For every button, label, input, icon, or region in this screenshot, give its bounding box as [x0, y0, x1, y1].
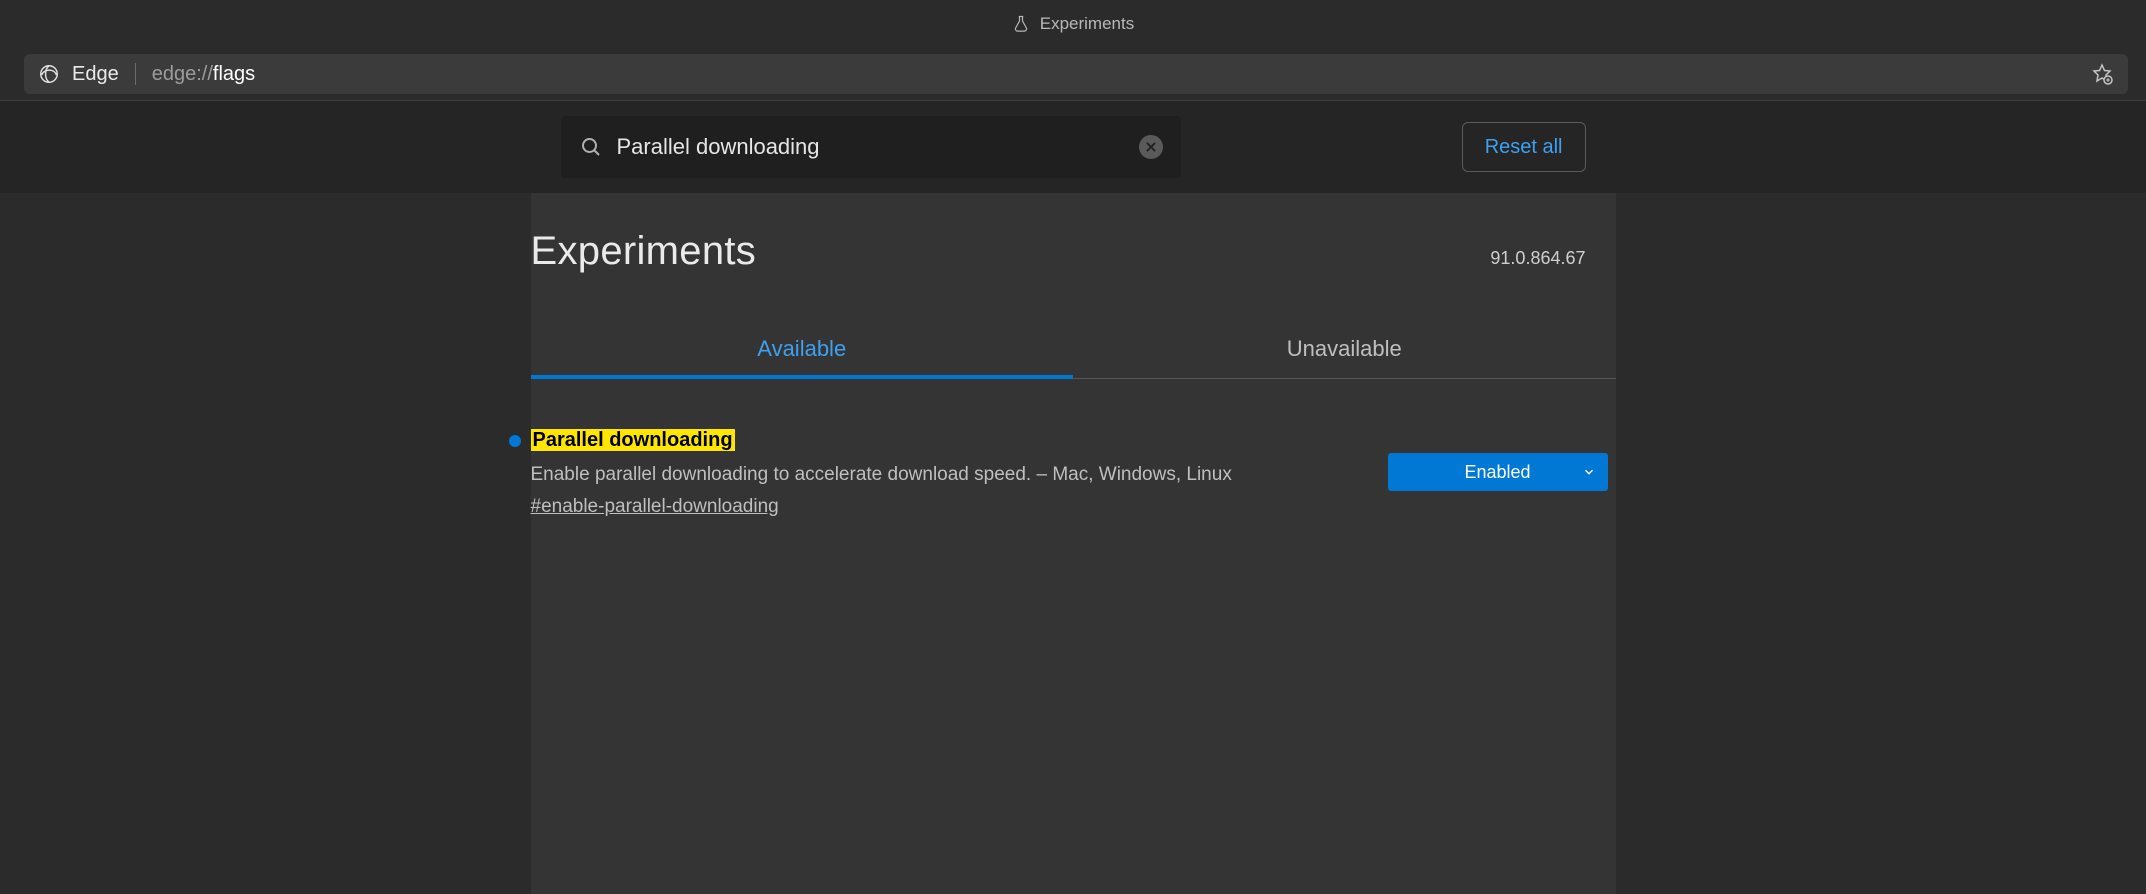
search-input[interactable]: [617, 134, 1125, 160]
address-divider: [135, 63, 136, 85]
flag-title: Parallel downloading: [531, 429, 735, 451]
browser-tab[interactable]: Experiments: [1012, 14, 1134, 34]
page-title: Experiments: [531, 229, 757, 274]
clear-search-button[interactable]: [1139, 135, 1163, 159]
address-bar[interactable]: Edge edge://flags: [24, 54, 2128, 94]
flag-state-select[interactable]: Enabled: [1388, 453, 1608, 491]
chevron-down-icon: [1582, 465, 1596, 479]
address-identity-label: Edge: [72, 63, 119, 86]
tab-available[interactable]: Available: [531, 322, 1074, 378]
search-box[interactable]: [561, 116, 1181, 178]
browser-tab-strip: Experiments: [0, 0, 2146, 48]
flag-state-value: Enabled: [1464, 462, 1530, 483]
tab-unavailable[interactable]: Unavailable: [1073, 322, 1616, 378]
reset-all-button[interactable]: Reset all: [1462, 122, 1586, 172]
add-favorite-icon[interactable]: [2090, 62, 2114, 86]
close-icon: [1144, 140, 1158, 154]
flag-tabs: Available Unavailable: [531, 322, 1616, 379]
content-panel: Experiments 91.0.864.67 Available Unavai…: [531, 193, 1616, 894]
modified-indicator-icon: [509, 435, 521, 447]
address-path: flags: [213, 63, 255, 85]
address-bar-row: Edge edge://flags: [0, 48, 2146, 101]
flag-list: Parallel downloading Enable parallel dow…: [531, 379, 1616, 518]
flag-description: Enable parallel downloading to accelerat…: [531, 462, 1348, 488]
browser-tab-title: Experiments: [1040, 14, 1134, 34]
address-url: edge://flags: [152, 63, 255, 86]
version-label: 91.0.864.67: [1490, 248, 1585, 269]
edge-logo-icon: [38, 63, 60, 85]
flag-anchor-link[interactable]: #enable-parallel-downloading: [531, 496, 779, 518]
flags-header: Reset all: [0, 101, 2146, 193]
flags-main: Experiments 91.0.864.67 Available Unavai…: [0, 193, 2146, 894]
flag-entry: Parallel downloading Enable parallel dow…: [531, 429, 1616, 518]
flask-icon: [1012, 15, 1030, 33]
address-scheme: edge://: [152, 63, 213, 85]
search-icon: [579, 135, 603, 159]
